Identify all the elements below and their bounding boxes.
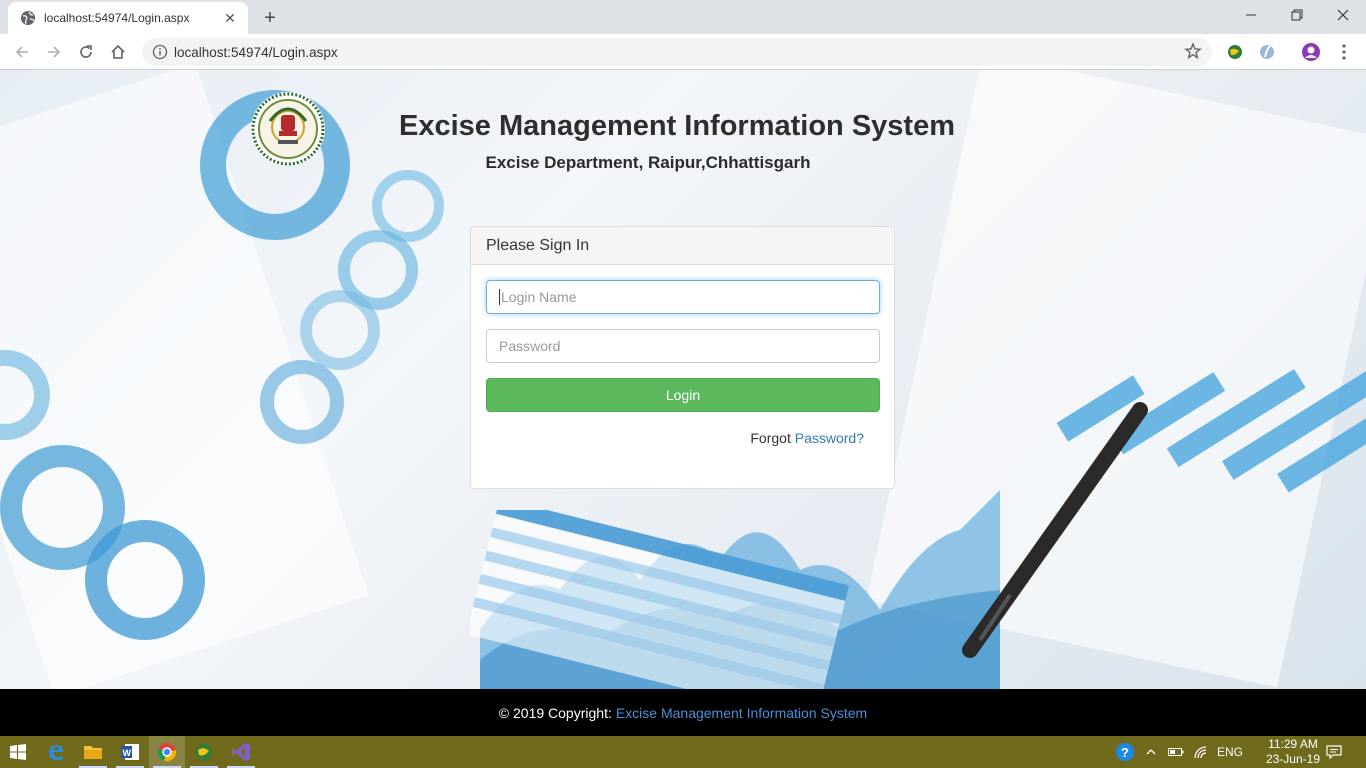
- forward-button[interactable]: [40, 38, 68, 66]
- text-cursor: [499, 289, 500, 305]
- password-placeholder: Password: [499, 338, 561, 354]
- battery-icon[interactable]: [1166, 736, 1186, 768]
- donut-chart-decoration: [300, 290, 380, 370]
- info-icon[interactable]: [152, 44, 168, 60]
- windows-taskbar: W ? ENG 11:29 AM 23-Jun-19: [0, 736, 1366, 768]
- word-icon[interactable]: W: [112, 736, 148, 768]
- extension-globe-icon[interactable]: [1224, 41, 1246, 63]
- minimize-button[interactable]: [1228, 0, 1274, 30]
- language-indicator[interactable]: ENG: [1214, 736, 1246, 768]
- panel-heading: Please Sign In: [471, 227, 894, 265]
- login-button[interactable]: Login: [486, 378, 880, 412]
- forgot-password-link[interactable]: Password?: [795, 430, 864, 446]
- file-explorer-icon[interactable]: [75, 736, 111, 768]
- tab-title: localhost:54974/Login.aspx: [44, 11, 190, 25]
- start-button[interactable]: [0, 736, 36, 768]
- close-tab-icon[interactable]: ✕: [222, 10, 238, 26]
- wifi-icon[interactable]: [1191, 736, 1211, 768]
- svg-text:W: W: [123, 748, 132, 758]
- app-subtitle: Excise Department, Raipur,Chhattisgarh: [0, 153, 1366, 173]
- edge-browser-icon[interactable]: [38, 736, 74, 768]
- table-decoration: [470, 510, 850, 689]
- browser-toolbar: localhost:54974/Login.aspx: [0, 34, 1366, 70]
- donut-chart-decoration: [260, 360, 344, 444]
- clock-date: 23-Jun-19: [1265, 752, 1320, 766]
- svg-text:?: ?: [1121, 745, 1129, 760]
- globe-app-icon[interactable]: [186, 736, 222, 768]
- app-title: Excise Management Information System: [0, 110, 1366, 143]
- copyright-text: © 2019 Copyright:: [498, 704, 612, 721]
- login-name-placeholder: Login Name: [501, 289, 577, 305]
- menu-kebab-icon[interactable]: [1333, 41, 1355, 63]
- forgot-prefix: Forgot: [750, 430, 791, 446]
- app-subtitle-text: Excise Department, Raipur,Chhattisgarh: [485, 153, 811, 172]
- browser-tab-strip: localhost:54974/Login.aspx ✕ +: [0, 0, 1366, 34]
- profile-avatar-icon[interactable]: [1300, 41, 1322, 63]
- visual-studio-icon[interactable]: [223, 736, 259, 768]
- system-clock[interactable]: 11:29 AM 23-Jun-19: [1266, 737, 1320, 767]
- globe-icon: [20, 10, 36, 26]
- url-text[interactable]: localhost:54974/Login.aspx: [174, 45, 1184, 60]
- back-button[interactable]: [8, 38, 36, 66]
- show-hidden-icons-chevron-icon[interactable]: [1142, 736, 1160, 768]
- reload-button[interactable]: [72, 38, 100, 66]
- help-icon[interactable]: ?: [1113, 736, 1137, 768]
- page-background: Excise Management Information System Exc…: [0, 70, 1366, 689]
- login-name-input[interactable]: Login Name: [486, 280, 880, 314]
- password-input[interactable]: Password: [486, 329, 880, 363]
- browser-tab[interactable]: localhost:54974/Login.aspx ✕: [8, 2, 248, 34]
- close-window-button[interactable]: [1320, 0, 1366, 30]
- page-footer: © 2019 Copyright: Excise Management Info…: [0, 689, 1366, 736]
- login-panel: Please Sign In Login Name Password Login…: [470, 226, 895, 489]
- donut-chart-decoration: [85, 520, 205, 640]
- pen-decoration: [962, 402, 1148, 658]
- forgot-password: Forgot Password?: [750, 430, 864, 446]
- notifications-icon[interactable]: [1322, 736, 1346, 768]
- app-title-text: Excise Management Information System: [399, 110, 955, 142]
- restore-button[interactable]: [1274, 0, 1320, 30]
- address-bar[interactable]: localhost:54974/Login.aspx: [142, 38, 1212, 66]
- chrome-icon[interactable]: [149, 736, 185, 768]
- bookmark-star-icon[interactable]: [1184, 42, 1204, 62]
- footer-link[interactable]: Excise Management Information System: [616, 705, 867, 721]
- home-button[interactable]: [104, 38, 132, 66]
- extension-feather-icon[interactable]: [1256, 41, 1278, 63]
- clock-time: 11:29 AM: [1268, 737, 1318, 751]
- new-tab-button[interactable]: +: [258, 6, 282, 30]
